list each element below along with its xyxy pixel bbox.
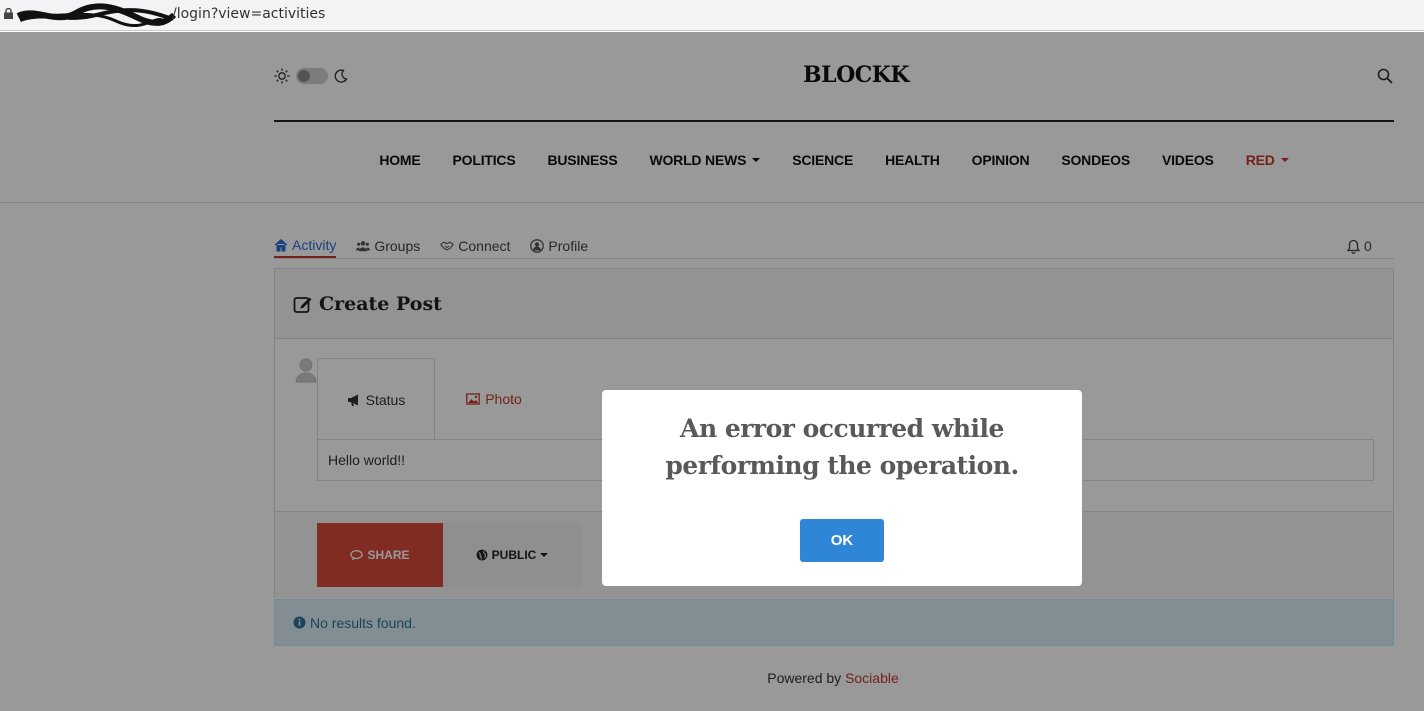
error-message: An error occurred while performing the o… xyxy=(665,414,1019,480)
redacted-domain-scribble xyxy=(16,3,176,28)
error-dialog: An error occurred while performing the o… xyxy=(602,390,1082,586)
url-text: /login?view=activities xyxy=(172,6,326,22)
ok-button[interactable]: OK xyxy=(800,519,884,562)
browser-address-bar[interactable]: /login?view=activities xyxy=(0,0,1424,31)
modal-backdrop[interactable] xyxy=(0,32,1424,711)
lock-icon xyxy=(4,8,13,19)
